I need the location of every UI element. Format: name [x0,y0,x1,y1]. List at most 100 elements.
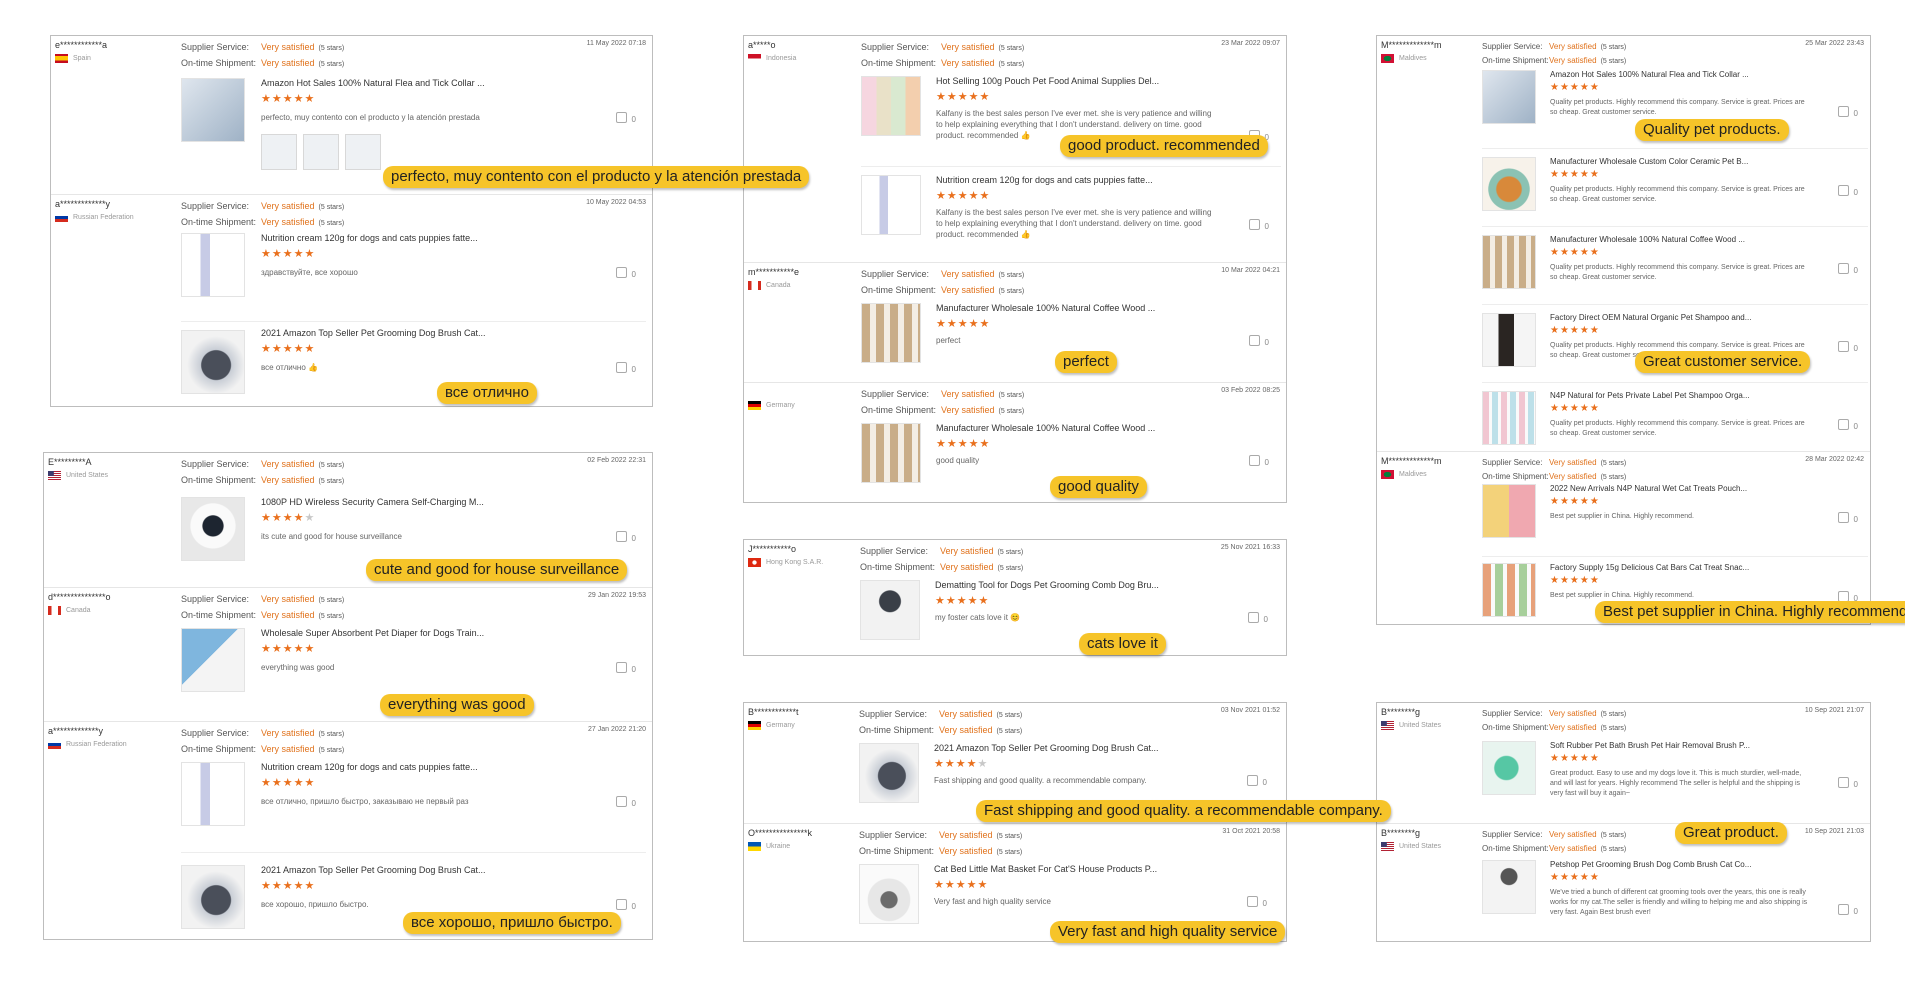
like-button[interactable]: 0 [1837,341,1858,353]
reviewer-country: United States [1381,842,1441,851]
product-thumbnail[interactable] [1482,157,1536,211]
product-thumbnail[interactable] [1482,860,1536,914]
product-thumbnail[interactable] [861,76,921,136]
product-title[interactable]: Manufacturer Wholesale 100% Natural Coff… [936,423,1155,433]
product-thumbnail[interactable] [181,233,245,297]
like-button[interactable]: 0 [1837,512,1858,524]
product-title[interactable]: 1080P HD Wireless Security Camera Self-C… [261,497,484,507]
review-date: 23 Mar 2022 09:07 [1221,40,1280,47]
review-date: 10 Sep 2021 21:07 [1804,707,1864,714]
star-rating: ★★★★★ [261,880,316,892]
review-card: d***************o Canada Supplier Servic… [44,587,652,721]
like-button[interactable]: 0 [1248,219,1269,231]
flag-ukraine-icon [748,842,761,851]
reviewer-name: e************a [55,40,108,50]
product-title[interactable]: 2021 Amazon Top Seller Pet Grooming Dog … [261,328,485,338]
like-button[interactable]: 0 [1837,419,1858,431]
review-text: Very fast and high quality service [934,897,1051,906]
product-thumbnail[interactable] [1482,563,1536,617]
reviewed-product: Soft Rubber Pet Bath Brush Pet Hair Remo… [1482,741,1868,821]
product-title[interactable]: Amazon Hot Sales 100% Natural Flea and T… [1550,70,1749,79]
product-title[interactable]: Nutrition cream 120g for dogs and cats p… [936,175,1153,185]
review-photo[interactable] [303,134,339,170]
product-thumbnail[interactable] [860,580,920,640]
review-date: 28 Mar 2022 02:42 [1805,456,1864,463]
product-title[interactable]: Nutrition cream 120g for dogs and cats p… [261,762,478,772]
like-button[interactable]: 0 [615,267,636,279]
product-title[interactable]: 2021 Amazon Top Seller Pet Grooming Dog … [261,865,485,875]
product-thumbnail[interactable] [1482,313,1536,367]
product-title[interactable]: Wholesale Super Absorbent Pet Diaper for… [261,628,484,638]
product-thumbnail[interactable] [859,864,919,924]
product-thumbnail[interactable] [181,330,245,394]
thumbs-up-icon [615,796,627,807]
product-thumbnail[interactable] [1482,70,1536,124]
highlight-callout: perfecto, muy contento con el producto y… [383,166,810,188]
like-button[interactable]: 0 [1837,904,1858,916]
review-date: 31 Oct 2021 20:58 [1222,828,1280,835]
product-thumbnail[interactable] [1482,484,1536,538]
thumbs-up-icon [1837,106,1849,117]
like-button[interactable]: 0 [615,796,636,808]
product-thumbnail[interactable] [181,762,245,826]
product-title[interactable]: Cat Bed Little Mat Basket For Cat'S Hous… [934,864,1157,874]
product-title[interactable]: 2021 Amazon Top Seller Pet Grooming Dog … [934,743,1158,753]
product-title[interactable]: Hot Selling 100g Pouch Pet Food Animal S… [936,76,1159,86]
like-button[interactable]: 0 [1837,185,1858,197]
product-thumbnail[interactable] [1482,235,1536,289]
product-title[interactable]: Manufacturer Wholesale 100% Natural Coff… [936,303,1155,313]
product-thumbnail[interactable] [181,78,245,142]
review-panel-1: e************a Spain Supplier Service: Ve… [50,35,653,407]
product-title[interactable]: Factory Direct OEM Natural Organic Pet S… [1550,313,1751,322]
like-button[interactable]: 0 [1246,775,1267,787]
product-thumbnail[interactable] [861,175,921,235]
product-title[interactable]: Dematting Tool for Dogs Pet Grooming Com… [935,580,1159,590]
product-title[interactable]: Manufacturer Wholesale Custom Color Cera… [1550,157,1748,166]
review-text: perfecto, muy contento con el producto y… [261,113,480,122]
product-title[interactable]: Petshop Pet Grooming Brush Dog Comb Brus… [1550,860,1751,869]
product-thumbnail[interactable] [1482,391,1536,445]
product-thumbnail[interactable] [861,303,921,363]
like-button[interactable]: 0 [615,362,636,374]
product-thumbnail[interactable] [181,628,245,692]
product-title[interactable]: N4P Natural for Pets Private Label Pet S… [1550,391,1750,400]
product-title[interactable]: Factory Supply 15g Delicious Cat Bars Ca… [1550,563,1749,572]
like-button[interactable]: 0 [615,531,636,543]
like-button[interactable]: 0 [1837,106,1858,118]
reviewer-country: Russian Federation [48,740,127,749]
like-button[interactable]: 0 [1837,777,1858,789]
like-button[interactable]: 0 [615,112,636,124]
review-photo[interactable] [345,134,381,170]
product-thumbnail[interactable] [181,865,245,929]
product-title[interactable]: 2022 New Arrivals N4P Natural Wet Cat Tr… [1550,484,1747,493]
like-button[interactable]: 0 [1248,335,1269,347]
star-rating: ★★★★★ [1550,575,1600,586]
thumbs-up-icon [1246,775,1258,786]
star-rating: ★★★★★ [261,643,316,655]
product-thumbnail[interactable] [859,743,919,803]
flag-germany-icon [748,721,761,730]
thumbs-up-icon [615,899,627,910]
product-thumbnail[interactable] [861,423,921,483]
review-panel-4: J***********o Hong Kong S.A.R. Supplier … [743,539,1287,656]
product-title[interactable]: Nutrition cream 120g for dogs and cats p… [261,233,478,243]
review-date: 02 Feb 2022 22:31 [587,457,646,464]
like-button[interactable]: 0 [1837,263,1858,275]
like-button[interactable]: 0 [1248,455,1269,467]
like-button[interactable]: 0 [1246,896,1267,908]
product-title[interactable]: Amazon Hot Sales 100% Natural Flea and T… [261,78,485,88]
service-ratings: Supplier Service: Very satisfied (5 stars)… [861,389,1025,415]
review-text: Great product. Easy to use and my dogs l… [1550,770,1802,797]
reviewer-country: United States [1381,721,1441,730]
like-button[interactable]: 0 [615,899,636,911]
review-photo[interactable] [261,134,297,170]
product-title[interactable]: Soft Rubber Pet Bath Brush Pet Hair Remo… [1550,741,1750,750]
reviewer-country: Canada [48,606,91,615]
product-thumbnail[interactable] [1482,741,1536,795]
like-button[interactable]: 0 [615,662,636,674]
star-rating: ★★★★★ [936,190,991,202]
like-button[interactable]: 0 [1247,612,1268,624]
reviewer-name: B********g [1381,707,1421,717]
product-title[interactable]: Manufacturer Wholesale 100% Natural Coff… [1550,235,1745,244]
product-thumbnail[interactable] [181,497,245,561]
